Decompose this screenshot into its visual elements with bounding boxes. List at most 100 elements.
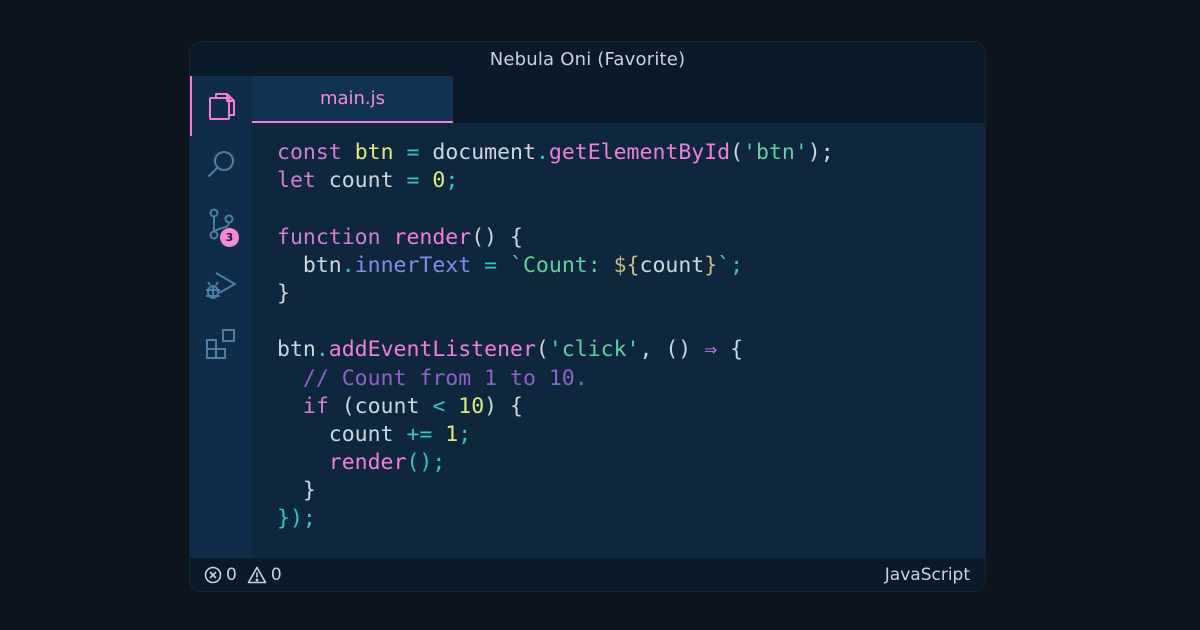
code-token: count: [277, 421, 407, 447]
code-line: btn.innerText = `Count: ${count}`;: [277, 252, 834, 280]
code-line: }: [277, 477, 834, 505]
code-token: ${: [613, 252, 640, 278]
code-token: ) {: [484, 393, 523, 419]
code-token: (: [535, 337, 549, 363]
code-token: });: [277, 506, 316, 532]
code-token: );: [807, 140, 834, 165]
code-token: render: [328, 450, 407, 476]
run-debug-icon: [206, 272, 236, 299]
activity-extensions[interactable]: [190, 314, 252, 374]
code-token: ;: [730, 252, 744, 278]
code-line: // Count from 1 to 10.: [277, 365, 834, 393]
code-token: `Count:: [510, 252, 614, 278]
code-line: btn.addEventListener('click', () ⇒ {: [277, 336, 834, 364]
code-line: render();: [277, 449, 834, 477]
code-token: count: [315, 168, 407, 194]
tab-main-js[interactable]: main.js: [252, 76, 453, 123]
code-token: let: [277, 168, 316, 194]
code-token: }: [277, 280, 290, 306]
warning-icon: [247, 566, 267, 583]
error-icon: [204, 566, 222, 583]
code-line: let count = 0;: [277, 167, 834, 195]
activity-bar: 3: [190, 76, 252, 558]
problems-indicator[interactable]: 0 0: [204, 558, 282, 591]
source-control-badge: 3: [220, 228, 239, 247]
code-content: const btn = document.getElementById('btn…: [277, 139, 834, 534]
files-icon: [209, 93, 235, 120]
code-token: }: [277, 478, 316, 504]
search-icon: [208, 151, 234, 177]
activity-source-control[interactable]: 3: [190, 194, 252, 254]
activity-search[interactable]: [190, 134, 252, 194]
code-token: ;: [445, 168, 459, 194]
code-token: 0: [432, 168, 446, 194]
tab-bar: main.js: [252, 76, 985, 123]
status-bar: 0 0 JavaScript: [190, 558, 985, 591]
code-token: <: [432, 393, 446, 419]
code-token: {: [717, 337, 744, 363]
code-token: count: [639, 252, 705, 278]
code-token: btn: [277, 252, 342, 278]
code-token: `: [717, 252, 731, 278]
code-token: .: [341, 252, 355, 278]
code-token: .: [535, 140, 549, 165]
code-token: function: [277, 224, 381, 250]
code-token: if: [302, 393, 329, 419]
code-token: ⇒: [704, 337, 718, 363]
code-editor[interactable]: const btn = document.getElementById('btn…: [252, 123, 985, 558]
language-mode[interactable]: JavaScript: [885, 558, 970, 591]
code-token: const: [277, 140, 342, 165]
code-token: ;: [458, 421, 472, 447]
code-token: +=: [406, 421, 433, 447]
code-line: });: [277, 505, 834, 533]
tab-label: main.js: [319, 88, 386, 109]
code-token: , (): [639, 337, 705, 363]
code-line: if (count < 10) {: [277, 393, 834, 421]
code-token: addEventListener: [328, 337, 536, 363]
code-line: }: [277, 280, 834, 308]
code-token: ();: [406, 450, 446, 476]
code-token: 10: [458, 393, 485, 419]
code-line: const btn = document.getElementById('btn…: [277, 139, 834, 167]
error-count: 0: [226, 564, 237, 585]
window-title: Nebula Oni (Favorite): [190, 42, 985, 76]
activity-run-debug[interactable]: [190, 254, 252, 314]
code-token: =: [484, 252, 498, 278]
code-token: 1: [445, 421, 459, 447]
code-token: =: [406, 140, 420, 165]
code-token: btn: [354, 140, 394, 165]
extensions-icon: [206, 329, 235, 359]
code-token: getElementById: [548, 140, 731, 165]
code-token: .: [315, 337, 329, 363]
code-token: () {: [471, 224, 523, 250]
code-line: count += 1;: [277, 421, 834, 449]
code-token: =: [406, 168, 420, 194]
activity-explorer[interactable]: [190, 76, 252, 136]
language-label: JavaScript: [884, 564, 970, 585]
code-token: (count: [328, 393, 433, 419]
code-token: document: [419, 140, 536, 165]
code-token: (: [730, 140, 744, 165]
code-token: btn: [277, 337, 316, 363]
editor-window: Nebula Oni (Favorite) 3 main.js const bt…: [190, 42, 985, 591]
code-token: // Count from 1 to 10.: [302, 365, 588, 391]
code-token: 'btn': [743, 140, 808, 165]
code-token: }: [704, 252, 718, 278]
warning-count: 0: [270, 564, 282, 585]
code-token: 'click': [548, 337, 640, 363]
code-token: render: [393, 224, 472, 250]
code-token: innerText: [354, 252, 472, 278]
